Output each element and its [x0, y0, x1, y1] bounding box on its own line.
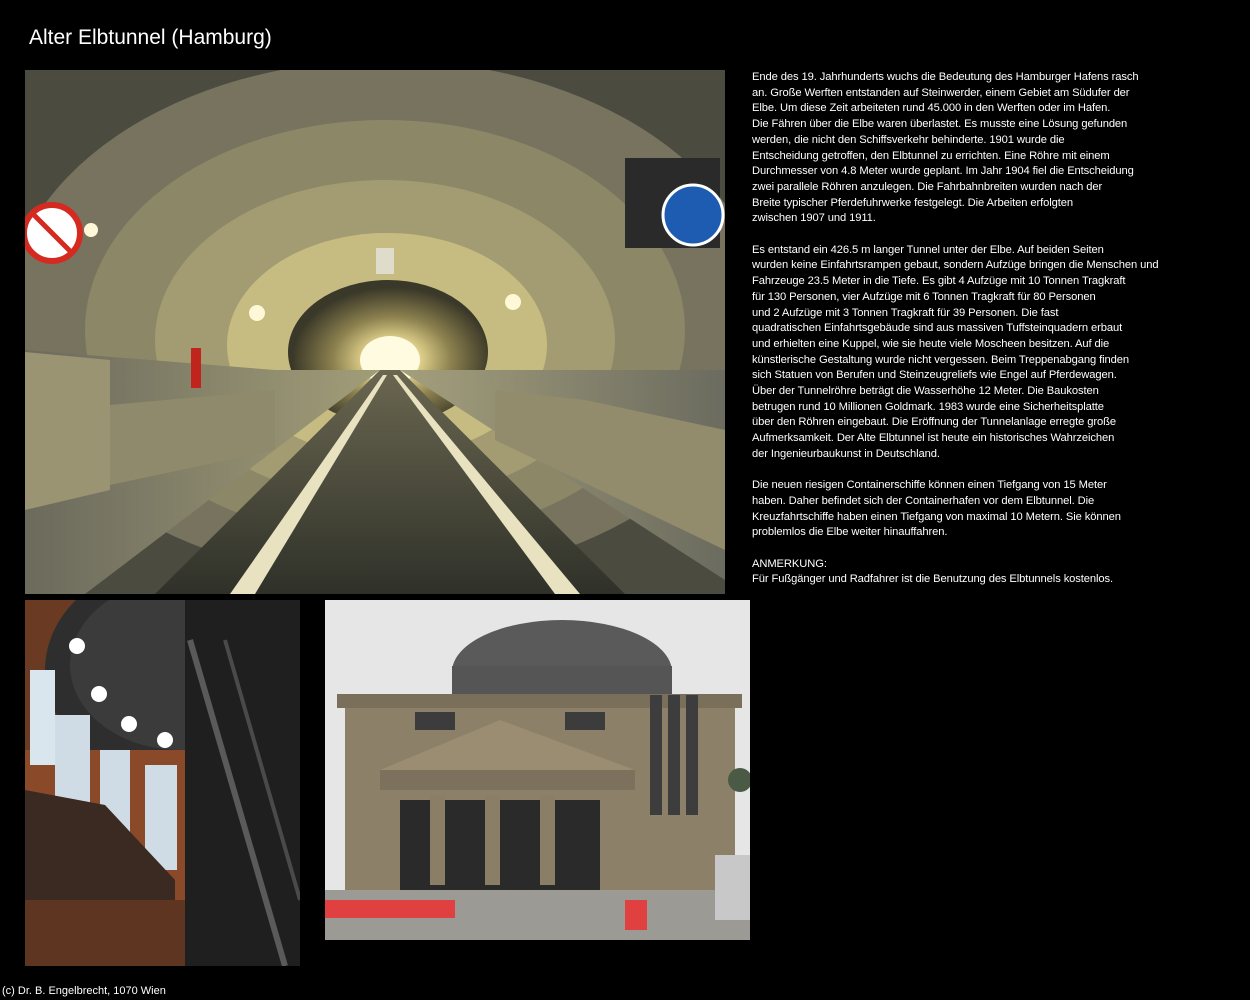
entrance-building-photo	[325, 600, 750, 940]
description-paragraph-note: ANMERKUNG: Für Fußgänger und Radfahrer i…	[752, 557, 1114, 586]
page-title: Alter Elbtunnel (Hamburg)	[29, 26, 272, 49]
copyright-footer: (c) Dr. B. Engelbrecht, 1070 Wien	[2, 985, 166, 997]
shaft-dome-interior-photo	[25, 600, 300, 966]
description-paragraph-construction: Es entstand ein 426.5 m langer Tunnel un…	[752, 243, 1159, 460]
tunnel-interior-photo	[25, 70, 725, 594]
description-text: Ende des 19. Jahrhunderts wuchs die Bede…	[752, 70, 1222, 604]
description-paragraph-history: Ende des 19. Jahrhunderts wuchs die Bede…	[752, 71, 1139, 225]
description-paragraph-container-ships: Die neuen riesigen Containerschiffe könn…	[752, 479, 1121, 539]
